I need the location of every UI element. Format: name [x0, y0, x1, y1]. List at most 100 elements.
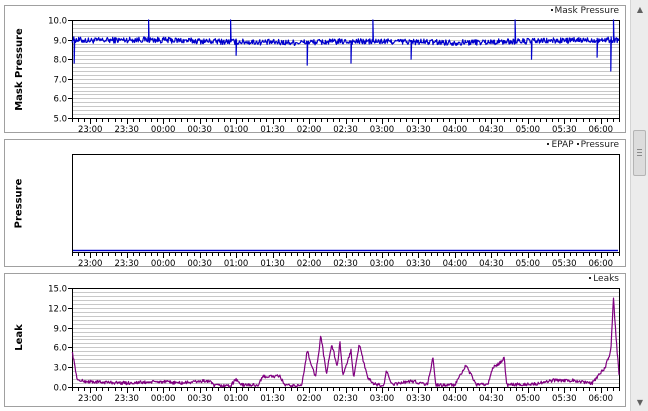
x-tick-label: 03:00 [370, 259, 395, 266]
series-line-leaks [71, 297, 620, 388]
leak-panel: 0.0 3.0 6.0 9.0 12.0 15.0 23:00 23:30 00:00 00:30… [4, 273, 626, 407]
x-tick-label: 05:30 [552, 125, 577, 132]
x-tick-label: 02:00 [297, 394, 322, 404]
x-tick-label: 01:00 [224, 394, 249, 404]
legend-entry: Pressure [580, 140, 619, 150]
y-tick-label: 7.0 [53, 76, 67, 86]
y-tick-label: 6.0 [53, 344, 67, 354]
legend-marker [589, 277, 592, 279]
triangle-up-icon: ▲ [636, 4, 644, 14]
x-tick-label: 00:30 [187, 259, 212, 266]
x-tick-label: 04:00 [443, 394, 468, 404]
x-tick-label: 01:30 [260, 259, 285, 266]
legend-marker [547, 143, 550, 145]
thumb-grip-line [637, 149, 642, 150]
chart-svg: 23:00 23:30 00:00 00:30 01:00 01:30 02:00 02:30… [72, 154, 620, 266]
y-ticks: 5.0 6.0 7.0 8.0 9.0 10.0 [48, 17, 72, 125]
y-ticks: 0.0 3.0 6.0 9.0 12.0 15.0 [48, 285, 72, 394]
pressure-panel: 23:00 23:30 00:00 00:30 01:00 01:30 02:00 02:30… [4, 139, 626, 267]
thumb-grip-line [637, 152, 642, 153]
x-ticks: 23:00 23:30 00:00 00:30 01:00 01:30 02:00 02:30… [72, 252, 620, 266]
x-tick-label: 02:30 [333, 259, 358, 266]
x-tick-label: 01:30 [260, 394, 285, 404]
x-tick-label: 03:00 [370, 125, 395, 132]
thumb-grip-line [637, 155, 642, 156]
x-tick-label: 02:00 [297, 125, 322, 132]
x-tick-label: 04:30 [479, 394, 504, 404]
x-tick-label: 06:00 [589, 125, 614, 132]
x-tick-label: 23:00 [78, 125, 103, 132]
y-tick-label: 8.0 [53, 56, 67, 66]
legend: Leaks [586, 274, 619, 284]
x-tick-label: 06:00 [589, 394, 614, 404]
y-axis-label: Mask Pressure [5, 20, 33, 118]
x-tick-label: 04:00 [443, 125, 468, 132]
x-tick-label: 03:30 [406, 394, 431, 404]
y-tick-label: 0.0 [53, 384, 67, 394]
x-tick-label: 03:30 [406, 125, 431, 132]
x-tick-label: 02:30 [333, 394, 358, 404]
x-tick-label: 23:00 [78, 394, 103, 404]
x-tick-label: 05:00 [516, 125, 541, 132]
x-ticks: 23:00 23:30 00:00 00:30 01:00 01:30 02:00 02:30… [72, 387, 620, 404]
mask-pressure-panel: 5.0 6.0 7.0 8.0 9.0 10.0 23:00 23:30 00:00 00:30 0… [4, 5, 626, 133]
x-tick-label: 05:30 [552, 394, 577, 404]
legend-entry: Leaks [593, 274, 619, 284]
vertical-scrollbar[interactable]: ▲ ▼ [630, 0, 648, 411]
x-tick-label: 00:00 [151, 394, 176, 404]
legend-marker [576, 143, 579, 145]
x-tick-label: 23:30 [114, 125, 139, 132]
plot-frame [72, 154, 620, 253]
y-tick-label: 12.0 [48, 305, 67, 315]
chart-svg: 5.0 6.0 7.0 8.0 9.0 10.0 23:00 23:30 00:00 00:30 0… [48, 17, 620, 132]
x-tick-label: 00:00 [151, 259, 176, 266]
plot-frame [72, 20, 620, 119]
x-tick-label: 03:00 [370, 394, 395, 404]
y-tick-label: 15.0 [48, 285, 67, 295]
y-axis-label-text: Pressure [13, 178, 25, 228]
grid-lines [72, 288, 619, 388]
y-axis-label-text: Leak [13, 324, 25, 351]
scrollbar-thumb[interactable] [633, 130, 646, 176]
x-tick-label: 03:30 [406, 259, 431, 266]
x-tick-label: 00:00 [151, 125, 176, 132]
scroll-up-button[interactable]: ▲ [632, 1, 648, 17]
legend-entry: Mask Pressure [554, 6, 619, 16]
y-tick-label: 10.0 [48, 17, 67, 27]
x-tick-label: 23:30 [114, 394, 139, 404]
plot-frame [72, 288, 620, 388]
legend: EPAP Pressure [544, 140, 619, 150]
chart-svg: 0.0 3.0 6.0 9.0 12.0 15.0 23:00 23:30 00:00 00:30… [48, 285, 620, 404]
chart-viewport[interactable]: 5.0 6.0 7.0 8.0 9.0 10.0 23:00 23:30 00:00 00:30 0… [0, 0, 630, 411]
x-tick-label: 23:00 [78, 259, 103, 266]
x-tick-label: 06:00 [589, 259, 614, 266]
x-tick-label: 04:30 [479, 259, 504, 266]
x-tick-label: 01:00 [224, 259, 249, 266]
x-tick-label: 00:30 [187, 125, 212, 132]
legend-marker [550, 9, 553, 11]
y-axis-label: Pressure [5, 154, 33, 252]
x-ticks: 23:00 23:30 00:00 00:30 01:00 01:30 02:00 02:30… [72, 118, 620, 132]
x-tick-label: 01:00 [224, 125, 249, 132]
y-axis-label: Leak [5, 288, 33, 387]
y-tick-label: 9.0 [53, 325, 67, 335]
x-tick-label: 05:00 [516, 259, 541, 266]
legend: Mask Pressure [548, 6, 619, 16]
scroll-down-button[interactable]: ▼ [632, 394, 648, 410]
x-tick-label: 05:00 [516, 394, 541, 404]
x-tick-label: 04:00 [443, 259, 468, 266]
x-tick-label: 00:30 [187, 394, 212, 404]
triangle-down-icon: ▼ [636, 397, 644, 407]
x-tick-label: 01:30 [260, 125, 285, 132]
x-tick-label: 04:30 [479, 125, 504, 132]
x-tick-label: 05:30 [552, 259, 577, 266]
x-tick-label: 02:00 [297, 259, 322, 266]
y-tick-label: 5.0 [53, 115, 67, 125]
legend-entry: EPAP [551, 140, 574, 150]
y-tick-label: 6.0 [53, 95, 67, 105]
x-tick-label: 02:30 [333, 125, 358, 132]
grid-lines [72, 20, 619, 119]
y-axis-label-text: Mask Pressure [13, 27, 25, 111]
y-tick-label: 3.0 [53, 364, 67, 374]
y-tick-label: 9.0 [53, 37, 67, 47]
